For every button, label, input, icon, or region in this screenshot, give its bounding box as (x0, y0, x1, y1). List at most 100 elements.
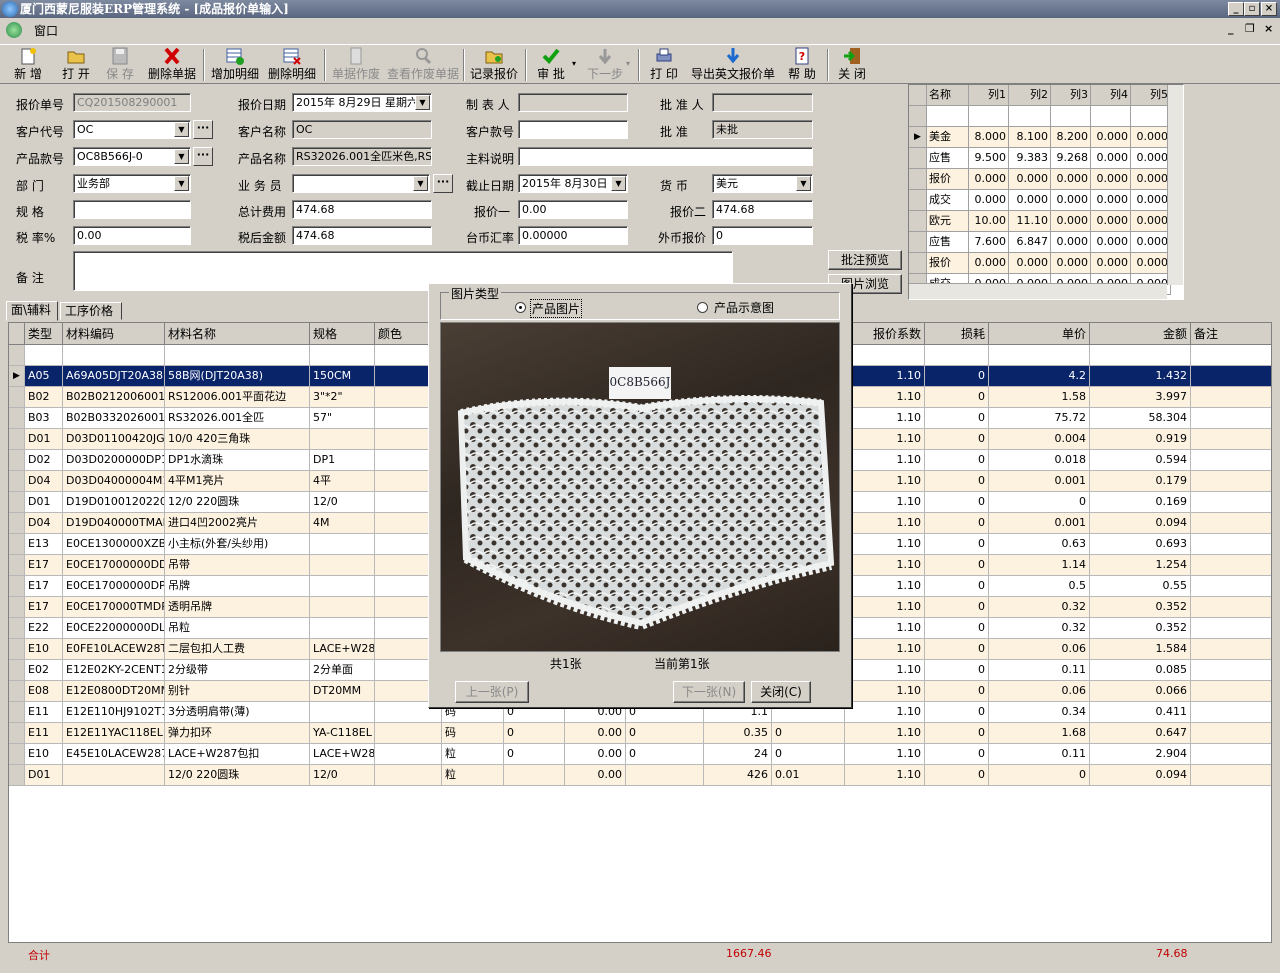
after-tax-field[interactable]: 474.68 (292, 226, 432, 245)
grid-header-cell[interactable]: 材料名称 (165, 323, 310, 345)
customer-code-select[interactable]: OC ▼ (73, 120, 191, 139)
table-cell[interactable]: 10/0 420三角珠 (165, 429, 310, 450)
summary-cell[interactable]: 0.000 (1051, 253, 1091, 274)
table-cell[interactable]: 0.5 (989, 576, 1090, 597)
table-cell[interactable]: E0CE17000000DP2 (63, 576, 165, 597)
table-cell[interactable]: 0.32 (989, 597, 1090, 618)
summary-row[interactable]: 应售 9.500 9.383 9.268 0.000 0.000 (909, 148, 1183, 169)
product-photo-label[interactable]: 产品图片 (530, 299, 583, 318)
price2-field[interactable]: 474.68 (712, 200, 813, 219)
view-void-button[interactable]: 查看作废单据 (386, 47, 460, 83)
table-cell[interactable]: 0 (504, 723, 565, 744)
table-cell[interactable]: 150CM (310, 366, 375, 387)
table-cell[interactable]: D01 (25, 492, 63, 513)
table-cell[interactable]: YA-C118EL (310, 723, 375, 744)
table-cell[interactable]: 0.179 (1090, 471, 1191, 492)
table-cell[interactable]: 小主标(外套/头纱用) (165, 534, 310, 555)
table-cell[interactable]: 2分级带 (165, 660, 310, 681)
summary-cell[interactable]: 0.000 (1091, 232, 1131, 253)
summary-cell[interactable]: 0.000 (1051, 169, 1091, 190)
table-cell[interactable] (310, 534, 375, 555)
summary-filter-cell[interactable] (927, 106, 969, 127)
grid-filter-cell[interactable] (165, 345, 310, 366)
table-cell[interactable]: 0.01 (772, 765, 845, 786)
table-cell[interactable]: LACE+W287 (310, 639, 375, 660)
summary-cell[interactable]: 0.000 (1091, 190, 1131, 211)
summary-cell[interactable]: 0.000 (1091, 148, 1131, 169)
table-cell[interactable] (310, 702, 375, 723)
record-quote-button[interactable]: 记录报价 (468, 47, 520, 83)
table-cell[interactable]: 1.10 (845, 471, 925, 492)
table-cell[interactable]: 2.904 (1090, 744, 1191, 765)
table-cell[interactable]: E17 (25, 597, 63, 618)
child-restore-button[interactable]: ❐ (1245, 22, 1255, 35)
table-cell[interactable]: 1.10 (845, 639, 925, 660)
table-cell[interactable]: 3.997 (1090, 387, 1191, 408)
summary-cell[interactable]: 8.000 (969, 127, 1009, 148)
table-cell[interactable] (375, 723, 442, 744)
table-cell[interactable] (1191, 513, 1271, 534)
table-cell[interactable]: D01 (25, 429, 63, 450)
table-cell[interactable]: 75.72 (989, 408, 1090, 429)
price1-field[interactable]: 0.00 (518, 200, 628, 219)
grid-filter-cell[interactable] (925, 345, 989, 366)
summary-cell[interactable]: 0.000 (1131, 148, 1171, 169)
summary-cell[interactable]: 0.000 (1131, 169, 1171, 190)
table-cell[interactable]: 0 (925, 513, 989, 534)
table-cell[interactable]: E0FE10LACEW28T1 (63, 639, 165, 660)
product-photo-radio[interactable] (515, 302, 526, 313)
print-button[interactable]: 打 印 (644, 47, 684, 83)
table-row[interactable]: D01 12/0 220圆珠 12/0 粒 0.00 426 0.01 1.10 0 0 0.094 (9, 765, 1271, 786)
approve-preview-button[interactable]: 批注预览 (828, 250, 902, 270)
table-cell[interactable]: E0CE1300000XZB2 (63, 534, 165, 555)
table-cell[interactable]: 0.094 (1090, 513, 1191, 534)
table-cell[interactable]: 1.10 (845, 387, 925, 408)
table-cell[interactable]: 0 (925, 450, 989, 471)
summary-filter-cell[interactable] (969, 106, 1009, 127)
table-cell[interactable]: 吊带 (165, 555, 310, 576)
table-cell[interactable]: D03D0200000DP11 (63, 450, 165, 471)
table-cell[interactable]: 1.10 (845, 660, 925, 681)
table-cell[interactable]: 4.2 (989, 366, 1090, 387)
table-cell[interactable]: E45E10LACEW2871 (63, 744, 165, 765)
table-cell[interactable]: D19D01001202201 (63, 492, 165, 513)
summary-cell[interactable]: 0.000 (1131, 190, 1171, 211)
material-note-field[interactable] (518, 147, 813, 166)
table-cell[interactable]: 0.001 (989, 471, 1090, 492)
grid-filter-cell[interactable] (63, 345, 165, 366)
product-sketch-label[interactable]: 产品示意图 (714, 299, 774, 316)
table-cell[interactable]: 1.10 (845, 555, 925, 576)
table-cell[interactable]: 0 (925, 429, 989, 450)
summary-cell[interactable]: 0.000 (1091, 169, 1131, 190)
table-cell[interactable]: 0 (925, 681, 989, 702)
total-cost-field[interactable]: 474.68 (292, 200, 432, 219)
table-cell[interactable]: 0 (504, 744, 565, 765)
void-document-button[interactable]: 单据作废 (330, 47, 382, 83)
grid-header-cell[interactable]: 材料编码 (63, 323, 165, 345)
table-cell[interactable]: 0 (925, 366, 989, 387)
add-detail-button[interactable]: 增加明细 (209, 47, 261, 83)
table-cell[interactable]: 0 (925, 744, 989, 765)
grid-header-cell[interactable]: 金额 (1090, 323, 1191, 345)
table-cell[interactable]: 0.63 (989, 534, 1090, 555)
table-cell[interactable]: E22 (25, 618, 63, 639)
table-cell[interactable]: E08 (25, 681, 63, 702)
summary-row[interactable]: 应售 7.600 6.847 0.000 0.000 0.000 (909, 232, 1183, 253)
dept-select[interactable]: 业务部 ▼ (73, 174, 191, 193)
customer-name-field[interactable]: OC (292, 120, 432, 139)
chevron-down-icon[interactable]: ▼ (174, 176, 189, 191)
grid-header-cell[interactable]: 规格 (310, 323, 375, 345)
table-cell[interactable] (1191, 681, 1271, 702)
table-cell[interactable]: 12/0 (310, 765, 375, 786)
table-cell[interactable]: 1.10 (845, 492, 925, 513)
table-cell[interactable]: 0 (925, 702, 989, 723)
table-cell[interactable]: 3"*2" (310, 387, 375, 408)
next-image-button[interactable]: 下一张(N) (673, 681, 745, 703)
grid-header-cell[interactable]: 备注 (1191, 323, 1271, 345)
table-cell[interactable]: E11 (25, 723, 63, 744)
table-cell[interactable]: 4平M1亮片 (165, 471, 310, 492)
summary-cell[interactable]: 成交 (927, 190, 969, 211)
tab-process-price[interactable]: 工序价格 (60, 302, 122, 320)
table-cell[interactable]: 0 (925, 660, 989, 681)
table-cell[interactable] (1191, 429, 1271, 450)
